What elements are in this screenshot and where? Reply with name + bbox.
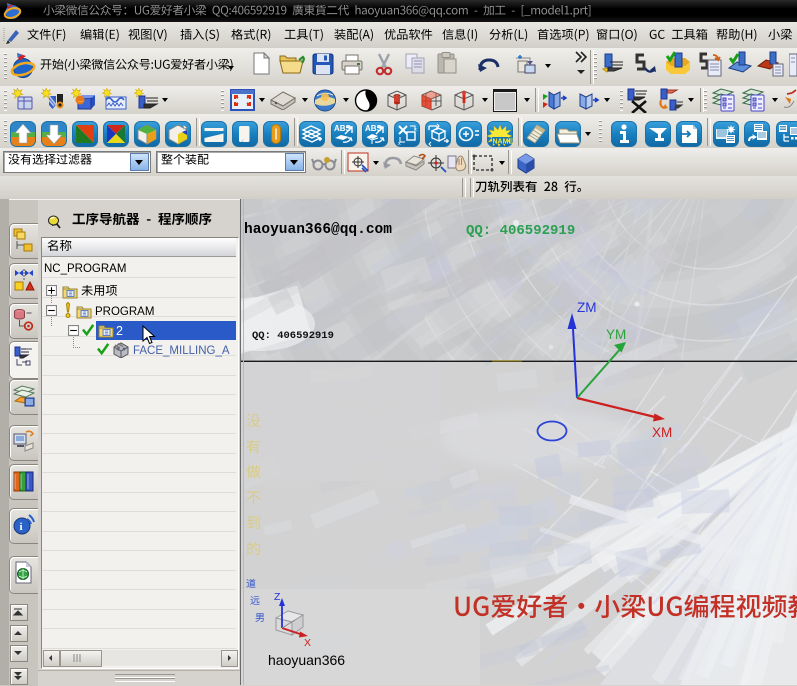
svg-text:ABS: ABS [365,124,383,133]
svg-text:X: X [304,637,311,649]
svg-text:ABS: ABS [334,124,352,133]
svg-text:x: x [398,141,401,147]
svg-text:XM: XM [652,425,672,440]
svg-text:i: i [20,521,23,533]
svg-text:YM: YM [606,327,626,342]
svg-text:Z: Z [274,591,281,603]
svg-text:NAME: NAME [493,139,514,146]
svg-text:x: x [414,127,417,133]
svg-text:ZM: ZM [577,300,597,315]
